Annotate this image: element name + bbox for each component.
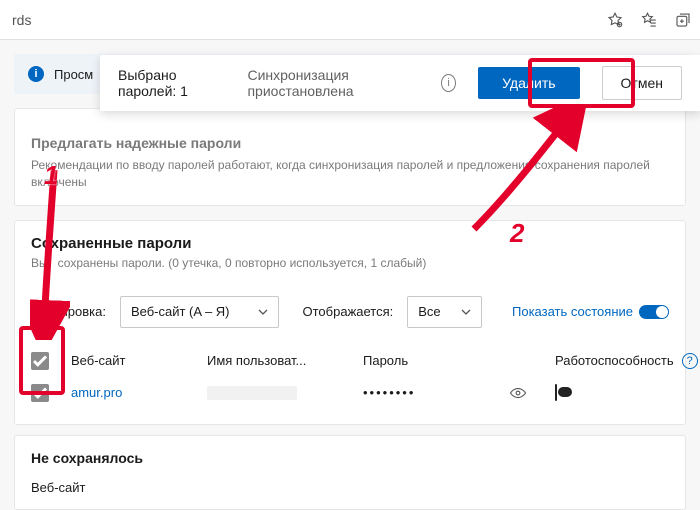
display-value: Все [418, 304, 440, 319]
health-cell [555, 385, 669, 400]
help-icon[interactable]: ? [682, 353, 698, 369]
favorite-add-icon[interactable] [606, 11, 624, 29]
never-saved-title: Не сохранялось [31, 450, 669, 466]
info-icon: i [28, 66, 44, 82]
selection-count: Выбрано паролей: 1 [118, 67, 225, 99]
sync-status: Синхронизация приостановлена [247, 67, 419, 99]
collections-icon[interactable] [674, 11, 692, 29]
display-dropdown[interactable]: Все [407, 296, 481, 328]
table-row: amur.pro •••••••• [31, 376, 669, 410]
selection-toolbar: Выбрано паролей: 1 Синхронизация приоста… [100, 55, 700, 111]
info-text: Просм [54, 67, 93, 82]
site-link[interactable]: amur.pro [71, 385, 201, 400]
annotation-number-2: 2 [510, 218, 524, 249]
recommend-card: Предлагать надежные пароли Рекомендации … [14, 108, 686, 206]
row-checkbox[interactable] [31, 384, 49, 402]
address-bar: rds [0, 0, 700, 40]
sort-label: Сортировка: [31, 304, 106, 319]
recommend-title: Предлагать надежные пароли [31, 135, 669, 151]
health-pill-icon [555, 384, 557, 401]
show-state-label: Показать состояние [512, 304, 633, 319]
sync-info-icon[interactable]: i [441, 74, 456, 92]
th-password: Пароль [363, 353, 503, 368]
annotation-number-1: 1 [44, 160, 58, 191]
show-state-toggle[interactable]: Показать состояние [512, 304, 669, 319]
passwords-table: Веб-сайт Имя пользоват... Пароль Работос… [31, 346, 669, 410]
sort-dropdown[interactable]: Веб-сайт (A – Я) [120, 296, 279, 328]
th-health: Работоспособность ? [555, 353, 698, 369]
address-fragment[interactable]: rds [8, 12, 606, 28]
never-saved-sub: Веб-сайт [31, 480, 669, 495]
saved-passwords-card: Сохраненные пароли Вы сохранены пароли. … [14, 220, 686, 425]
cancel-button[interactable]: Отмен [602, 66, 682, 100]
recommend-desc: Рекомендации по вводу паролей работают, … [31, 157, 669, 191]
display-label: Отображается: [303, 304, 394, 319]
select-all-checkbox[interactable] [31, 352, 49, 370]
sort-value: Веб-сайт (A – Я) [131, 304, 230, 319]
chevron-down-icon [461, 307, 471, 317]
saved-desc: Вы сохранены пароли. (0 утечка, 0 повтор… [31, 256, 669, 270]
th-site: Веб-сайт [71, 353, 201, 368]
reveal-password-icon[interactable] [509, 384, 527, 402]
controls-row: Сортировка: Веб-сайт (A – Я) Отображаетс… [31, 296, 669, 328]
saved-title: Сохраненные пароли [31, 235, 669, 252]
username-masked [207, 386, 297, 400]
favorites-icon[interactable] [640, 11, 658, 29]
chevron-down-icon [258, 307, 268, 317]
password-masked: •••••••• [363, 385, 503, 400]
table-header: Веб-сайт Имя пользоват... Пароль Работос… [31, 346, 669, 376]
never-saved-card: Не сохранялось Веб-сайт [14, 435, 686, 510]
th-user: Имя пользоват... [207, 353, 357, 368]
address-actions [606, 11, 692, 29]
toggle-on-icon [639, 305, 669, 319]
delete-button[interactable]: Удалить [478, 67, 579, 99]
